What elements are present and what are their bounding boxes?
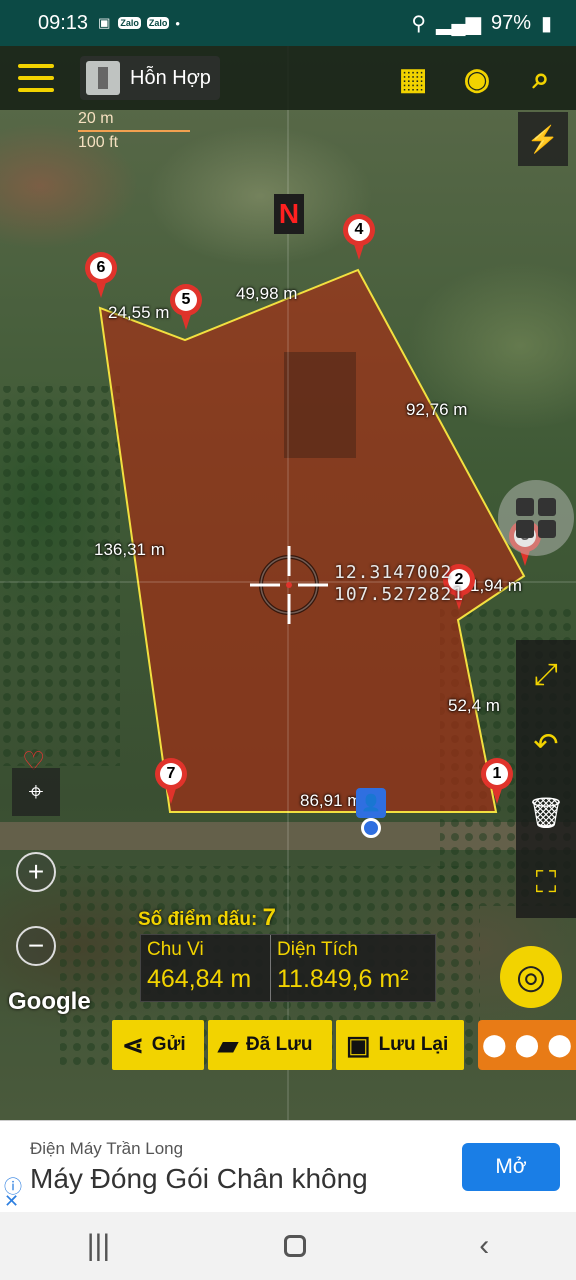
action-bar: ⋖ Gửi ▰ Đã Lưu ▣ Lưu Lại xyxy=(112,1020,464,1070)
status-time: 09:13 xyxy=(38,11,89,34)
vertex-pin-1[interactable]: 1 xyxy=(481,758,513,804)
center-latitude: 12.3147002 xyxy=(334,562,453,583)
orchard-left xyxy=(0,386,120,766)
scale-feet: 100 ft xyxy=(78,134,119,151)
focus-icon[interactable]: ⌖ xyxy=(12,768,60,816)
gallery-icon: ▣ xyxy=(98,15,111,30)
top-toolbar: Hỗn Hợp ▦ ◉ ⌕ xyxy=(0,46,576,110)
system-nav-bar: ||| ‹ xyxy=(0,1212,576,1280)
right-tool-panel: ⤢ ↶ 🗑 ⛶ xyxy=(516,640,576,918)
home-icon[interactable] xyxy=(283,1235,306,1257)
ad-headline: Máy Đóng Gói Chân không xyxy=(30,1163,368,1194)
my-location-button[interactable]: ◎ xyxy=(500,946,562,1008)
plug-icon[interactable]: ⚡ xyxy=(518,112,568,166)
compass-north[interactable]: N xyxy=(274,194,304,234)
back-icon[interactable]: ‹ xyxy=(479,1229,489,1263)
google-logo: Google xyxy=(8,988,91,1015)
location-icon: ⚲ xyxy=(411,12,427,35)
scale-bar: 20 m 100 ft xyxy=(78,110,190,152)
floppy-icon: ▣ xyxy=(346,1029,371,1060)
edge-label: 136,31 m xyxy=(94,540,165,559)
area-cell: Diện Tích 11.849,6 m² xyxy=(271,935,415,1001)
perimeter-label: Chu Vi xyxy=(147,939,204,960)
pin-icon: ⬤ xyxy=(514,1032,540,1057)
send-button[interactable]: ⋖ Gửi xyxy=(112,1020,204,1070)
globe-pin-icon[interactable]: ◉ xyxy=(456,58,498,100)
map-icon[interactable]: ▦ xyxy=(392,58,434,100)
ad-close-icon[interactable]: ✕ xyxy=(4,1191,19,1212)
undo-icon[interactable]: ↶ xyxy=(516,710,576,780)
points-count-label: Số điểm dấu: 7 xyxy=(138,904,276,931)
vertex-pin-5[interactable]: 5 xyxy=(170,284,202,330)
delete-icon[interactable]: 🗑 xyxy=(516,779,576,849)
map-type-button[interactable]: Hỗn Hợp xyxy=(80,56,220,100)
perimeter-value: 464,84 m xyxy=(147,965,252,993)
ad-open-button[interactable]: Mở xyxy=(462,1143,560,1191)
vertex-pin-7[interactable]: 7 xyxy=(155,758,187,804)
ad-advertiser: Điện Máy Trần Long xyxy=(30,1139,184,1158)
edge-label: 92,76 m xyxy=(406,400,468,419)
edge-label: 86,91 m xyxy=(300,791,362,810)
map-type-icon xyxy=(86,61,120,95)
save-button[interactable]: ▣ Lưu Lại xyxy=(336,1020,464,1070)
marker-pins-button[interactable]: ⬤ ⬤ ⬤ xyxy=(478,1020,576,1070)
status-bar: 09:13 ▣ Zalo Zalo • ⚲ ▂▄▆ 97% ▮ xyxy=(0,0,576,46)
zoom-in-button[interactable]: + xyxy=(16,852,56,892)
search-icon[interactable]: ⌕ xyxy=(520,58,562,100)
folder-icon: ▰ xyxy=(218,1029,238,1060)
saved-button[interactable]: ▰ Đã Lưu xyxy=(208,1020,332,1070)
map-type-label: Hỗn Hợp xyxy=(130,66,211,89)
center-coordinates: 12.3147002 107.5272821 xyxy=(334,562,464,606)
crosshair-icon xyxy=(250,546,328,624)
edge-label: 24,55 m xyxy=(108,303,170,322)
share-icon: ⋖ xyxy=(122,1029,144,1060)
perimeter-cell: Chu Vi 464,84 m xyxy=(141,935,271,1001)
edge-label: 52,4 m xyxy=(448,696,500,715)
dot-icon: • xyxy=(175,15,180,31)
user-avatar-icon[interactable]: 👤 xyxy=(356,788,386,818)
pin-icon: ⬤ xyxy=(482,1032,507,1057)
pin-icon: ⬤ xyxy=(547,1032,572,1057)
current-location-dot xyxy=(361,818,381,838)
area-label: Diện Tích xyxy=(277,939,358,960)
battery-icon: ▮ xyxy=(540,12,552,35)
vertex-pin-6[interactable]: 6 xyxy=(85,252,117,298)
center-longitude: 107.5272821 xyxy=(334,584,465,605)
area-value: 11.849,6 m² xyxy=(277,965,409,993)
layers-grid-button[interactable] xyxy=(498,480,574,556)
menu-icon[interactable] xyxy=(18,64,54,92)
signal-icon: ▂▄▆ xyxy=(436,12,481,35)
points-count: 7 xyxy=(262,904,276,931)
pond xyxy=(284,352,356,458)
measurement-panel: Chu Vi 464,84 m Diện Tích 11.849,6 m² xyxy=(140,934,436,1002)
battery-level: 97% xyxy=(490,11,531,34)
zoom-out-button[interactable]: − xyxy=(16,926,56,966)
zalo-icon-2: Zalo xyxy=(146,17,170,29)
edge-label: 1,94 m xyxy=(470,576,522,595)
vertex-pin-4[interactable]: 4 xyxy=(343,214,375,260)
ad-banner[interactable]: Điện Máy Trần Long Máy Đóng Gói Chân khô… xyxy=(0,1120,576,1212)
fit-bounds-icon[interactable]: ⛶ xyxy=(516,849,576,919)
zalo-icon: Zalo xyxy=(118,17,141,29)
edit-line-icon[interactable]: ⤢ xyxy=(516,640,576,710)
scale-meters: 20 m xyxy=(78,110,190,132)
recent-apps-icon[interactable]: ||| xyxy=(87,1229,110,1263)
edge-label: 49,98 m xyxy=(236,284,298,303)
